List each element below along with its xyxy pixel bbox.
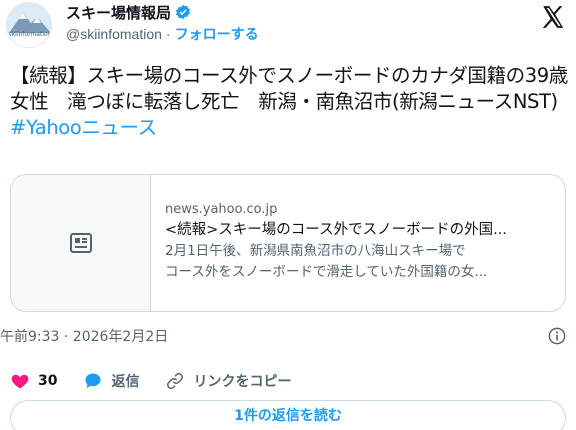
x-logo-icon[interactable]: [540, 4, 566, 30]
handle[interactable]: @skiinfomation: [66, 26, 162, 42]
card-description-line1: 2月1日午後、新潟県南魚沼市の八海山スキー場で: [165, 243, 466, 259]
action-bar: 30 返信 リンクをコピー: [10, 370, 317, 392]
copy-link-button[interactable]: リンクをコピー: [165, 371, 291, 391]
link-icon: [167, 373, 184, 389]
follow-button[interactable]: フォローする: [175, 24, 259, 44]
card-description-line2: コース外をスノーボードで滑走していた外国籍の女...: [165, 264, 488, 280]
tweet-header: skiinformation スキー場情報局 @skiinfomation · …: [0, 0, 576, 50]
read-replies-button[interactable]: 1件の返信を読む: [10, 400, 566, 430]
hashtag-link[interactable]: #Yahooニュース: [10, 116, 157, 139]
avatar[interactable]: skiinformation: [6, 2, 52, 48]
link-card[interactable]: news.yahoo.co.jp <続報>スキー場のコース外でスノーボードの外国…: [10, 174, 566, 312]
reply-label: 返信: [111, 374, 140, 390]
like-count: 30: [38, 373, 58, 389]
card-body: news.yahoo.co.jp <続報>スキー場のコース外でスノーボードの外国…: [151, 175, 565, 311]
separator: ·: [165, 26, 171, 42]
tweet-body: 【続報】スキー場のコース外でスノーボードのカナダ国籍の39歳女性 滝つぼに転落し…: [10, 64, 568, 113]
reply-button[interactable]: 返信: [83, 371, 139, 391]
heart-icon: [11, 374, 29, 389]
reply-bubble-icon: [85, 373, 101, 389]
card-thumbnail[interactable]: [11, 175, 151, 311]
article-icon: [69, 233, 92, 253]
name-row: スキー場情報局: [66, 2, 191, 22]
avatar-caption: skiinformation: [8, 31, 52, 38]
display-name[interactable]: スキー場情報局: [66, 2, 171, 23]
card-domain: news.yahoo.co.jp: [165, 202, 278, 217]
copy-link-label: リンクをコピー: [193, 374, 292, 390]
timestamp-link[interactable]: 午前9:33 · 2026年2月2日: [0, 326, 168, 346]
info-icon[interactable]: [548, 327, 566, 345]
like-button[interactable]: 30: [10, 371, 57, 391]
card-title: <続報>スキー場のコース外でスノーボードの外国...: [165, 222, 507, 238]
verified-badge-icon: [176, 4, 190, 20]
mountain-icon: [7, 3, 51, 47]
tweet-text: 【続報】スキー場のコース外でスノーボードのカナダ国籍の39歳女性 滝つぼに転落し…: [10, 63, 570, 141]
handle-row: @skiinfomation · フォローする: [66, 24, 259, 44]
